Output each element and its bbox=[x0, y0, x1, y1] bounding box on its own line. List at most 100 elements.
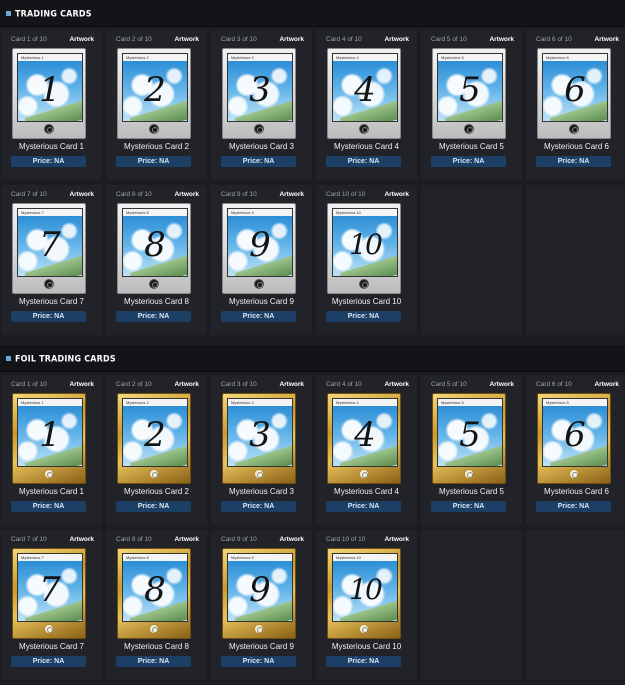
card-cell: Card 6 of 10 Artwork Mysterious 6 6 Mysterio… bbox=[526, 375, 625, 525]
card-name: Mysterious Card 8 bbox=[124, 642, 189, 651]
card-image[interactable]: Mysterious 10 10 bbox=[327, 548, 401, 639]
price-button[interactable]: Price: NA bbox=[221, 311, 296, 322]
card-counter: Card 4 of 10 bbox=[326, 381, 362, 388]
card-name: Mysterious Card 1 bbox=[19, 487, 84, 496]
price-button[interactable]: Price: NA bbox=[11, 501, 86, 512]
card-cell: Card 5 of 10 Artwork Mysterious 5 5 Mysterio… bbox=[421, 375, 522, 525]
card-image[interactable]: Mysterious 7 7 bbox=[12, 548, 86, 639]
price-button[interactable]: Price: NA bbox=[431, 156, 506, 167]
card-counter: Card 3 of 10 bbox=[221, 36, 257, 43]
artwork-link[interactable]: Artwork bbox=[69, 381, 94, 389]
steam-logo-icon bbox=[149, 624, 159, 634]
price-button[interactable]: Price: NA bbox=[11, 656, 86, 667]
card-name: Mysterious Card 8 bbox=[124, 297, 189, 306]
card-header: Card 9 of 10 Artwork bbox=[221, 191, 304, 199]
price-button[interactable]: Price: NA bbox=[221, 656, 296, 667]
price-button[interactable]: Price: NA bbox=[221, 501, 296, 512]
card-art-label: Mysterious 9 bbox=[228, 554, 292, 561]
card-image[interactable]: Mysterious 4 4 bbox=[327, 48, 401, 139]
artwork-link[interactable]: Artwork bbox=[174, 191, 199, 199]
artwork-link[interactable]: Artwork bbox=[279, 381, 304, 389]
steam-logo-icon bbox=[464, 124, 474, 134]
card-cell: Card 1 of 10 Artwork Mysterious 1 1 Mysterio… bbox=[1, 30, 102, 180]
card-image[interactable]: Mysterious 7 7 bbox=[12, 203, 86, 294]
artwork-link[interactable]: Artwork bbox=[69, 36, 94, 44]
price-button[interactable]: Price: NA bbox=[536, 156, 611, 167]
card-cell: Card 2 of 10 Artwork Mysterious 2 2 Mysterio… bbox=[106, 375, 207, 525]
card-name: Mysterious Card 10 bbox=[331, 297, 402, 306]
steam-logo-icon bbox=[254, 624, 264, 634]
steam-logo-icon bbox=[254, 279, 264, 289]
card-image[interactable]: Mysterious 5 5 bbox=[432, 48, 506, 139]
artwork-link[interactable]: Artwork bbox=[489, 36, 514, 44]
artwork-link[interactable]: Artwork bbox=[69, 536, 94, 544]
price-button[interactable]: Price: NA bbox=[116, 311, 191, 322]
card-header: Card 8 of 10 Artwork bbox=[116, 191, 199, 199]
card-art-label: Mysterious 1 bbox=[18, 399, 82, 406]
artwork-link[interactable]: Artwork bbox=[384, 536, 409, 544]
card-image[interactable]: Mysterious 2 2 bbox=[117, 48, 191, 139]
price-button[interactable]: Price: NA bbox=[326, 311, 401, 322]
card-artwork: Mysterious 6 6 bbox=[542, 398, 608, 467]
card-artwork: Mysterious 9 9 bbox=[227, 553, 293, 622]
price-button[interactable]: Price: NA bbox=[11, 156, 86, 167]
card-image[interactable]: Mysterious 3 3 bbox=[222, 393, 296, 484]
empty-cell bbox=[526, 530, 625, 680]
price-button[interactable]: Price: NA bbox=[221, 156, 296, 167]
card-image[interactable]: Mysterious 4 4 bbox=[327, 393, 401, 484]
card-image[interactable]: Mysterious 2 2 bbox=[117, 393, 191, 484]
card-image[interactable]: Mysterious 5 5 bbox=[432, 393, 506, 484]
artwork-link[interactable]: Artwork bbox=[279, 536, 304, 544]
price-button[interactable]: Price: NA bbox=[116, 501, 191, 512]
card-name: Mysterious Card 2 bbox=[124, 487, 189, 496]
price-button[interactable]: Price: NA bbox=[116, 656, 191, 667]
card-art-label: Mysterious 1 bbox=[18, 54, 82, 61]
card-cell: Card 5 of 10 Artwork Mysterious 5 5 Mysterio… bbox=[421, 30, 522, 180]
price-button[interactable]: Price: NA bbox=[326, 656, 401, 667]
artwork-link[interactable]: Artwork bbox=[594, 36, 619, 44]
artwork-link[interactable]: Artwork bbox=[279, 191, 304, 199]
steam-logo-icon bbox=[149, 124, 159, 134]
artwork-link[interactable]: Artwork bbox=[384, 191, 409, 199]
card-cell: Card 1 of 10 Artwork Mysterious 1 1 Mysterio… bbox=[1, 375, 102, 525]
card-image[interactable]: Mysterious 1 1 bbox=[12, 48, 86, 139]
card-art-label: Mysterious 10 bbox=[333, 554, 397, 561]
card-image[interactable]: Mysterious 8 8 bbox=[117, 548, 191, 639]
price-button[interactable]: Price: NA bbox=[326, 501, 401, 512]
empty-cell bbox=[526, 185, 625, 335]
artwork-link[interactable]: Artwork bbox=[594, 381, 619, 389]
card-cell: Card 9 of 10 Artwork Mysterious 9 9 Mysterio… bbox=[211, 530, 312, 680]
artwork-link[interactable]: Artwork bbox=[279, 36, 304, 44]
card-image[interactable]: Mysterious 6 6 bbox=[537, 48, 611, 139]
artwork-link[interactable]: Artwork bbox=[384, 36, 409, 44]
card-header: Card 9 of 10 Artwork bbox=[221, 536, 304, 544]
card-number: 2 bbox=[144, 70, 166, 110]
card-artwork: Mysterious 5 5 bbox=[437, 398, 503, 467]
price-button[interactable]: Price: NA bbox=[536, 501, 611, 512]
card-image[interactable]: Mysterious 9 9 bbox=[222, 548, 296, 639]
card-image[interactable]: Mysterious 6 6 bbox=[537, 393, 611, 484]
card-cell: Card 3 of 10 Artwork Mysterious 3 3 Mysterio… bbox=[211, 375, 312, 525]
artwork-link[interactable]: Artwork bbox=[174, 381, 199, 389]
price-button[interactable]: Price: NA bbox=[326, 156, 401, 167]
card-image[interactable]: Mysterious 9 9 bbox=[222, 203, 296, 294]
artwork-link[interactable]: Artwork bbox=[174, 36, 199, 44]
card-cell: Card 9 of 10 Artwork Mysterious 9 9 Mysterio… bbox=[211, 185, 312, 335]
card-artwork: Mysterious 10 10 bbox=[332, 553, 398, 622]
card-artwork: Mysterious 6 6 bbox=[542, 53, 608, 122]
card-image[interactable]: Mysterious 3 3 bbox=[222, 48, 296, 139]
card-header: Card 10 of 10 Artwork bbox=[326, 191, 409, 199]
card-art-label: Mysterious 8 bbox=[123, 209, 187, 216]
artwork-link[interactable]: Artwork bbox=[384, 381, 409, 389]
artwork-link[interactable]: Artwork bbox=[69, 191, 94, 199]
card-image[interactable]: Mysterious 1 1 bbox=[12, 393, 86, 484]
price-button[interactable]: Price: NA bbox=[431, 501, 506, 512]
card-image[interactable]: Mysterious 10 10 bbox=[327, 203, 401, 294]
artwork-link[interactable]: Artwork bbox=[489, 381, 514, 389]
steam-logo-icon bbox=[359, 469, 369, 479]
card-image[interactable]: Mysterious 8 8 bbox=[117, 203, 191, 294]
artwork-link[interactable]: Artwork bbox=[174, 536, 199, 544]
card-art-label: Mysterious 10 bbox=[333, 209, 397, 216]
price-button[interactable]: Price: NA bbox=[116, 156, 191, 167]
price-button[interactable]: Price: NA bbox=[11, 311, 86, 322]
